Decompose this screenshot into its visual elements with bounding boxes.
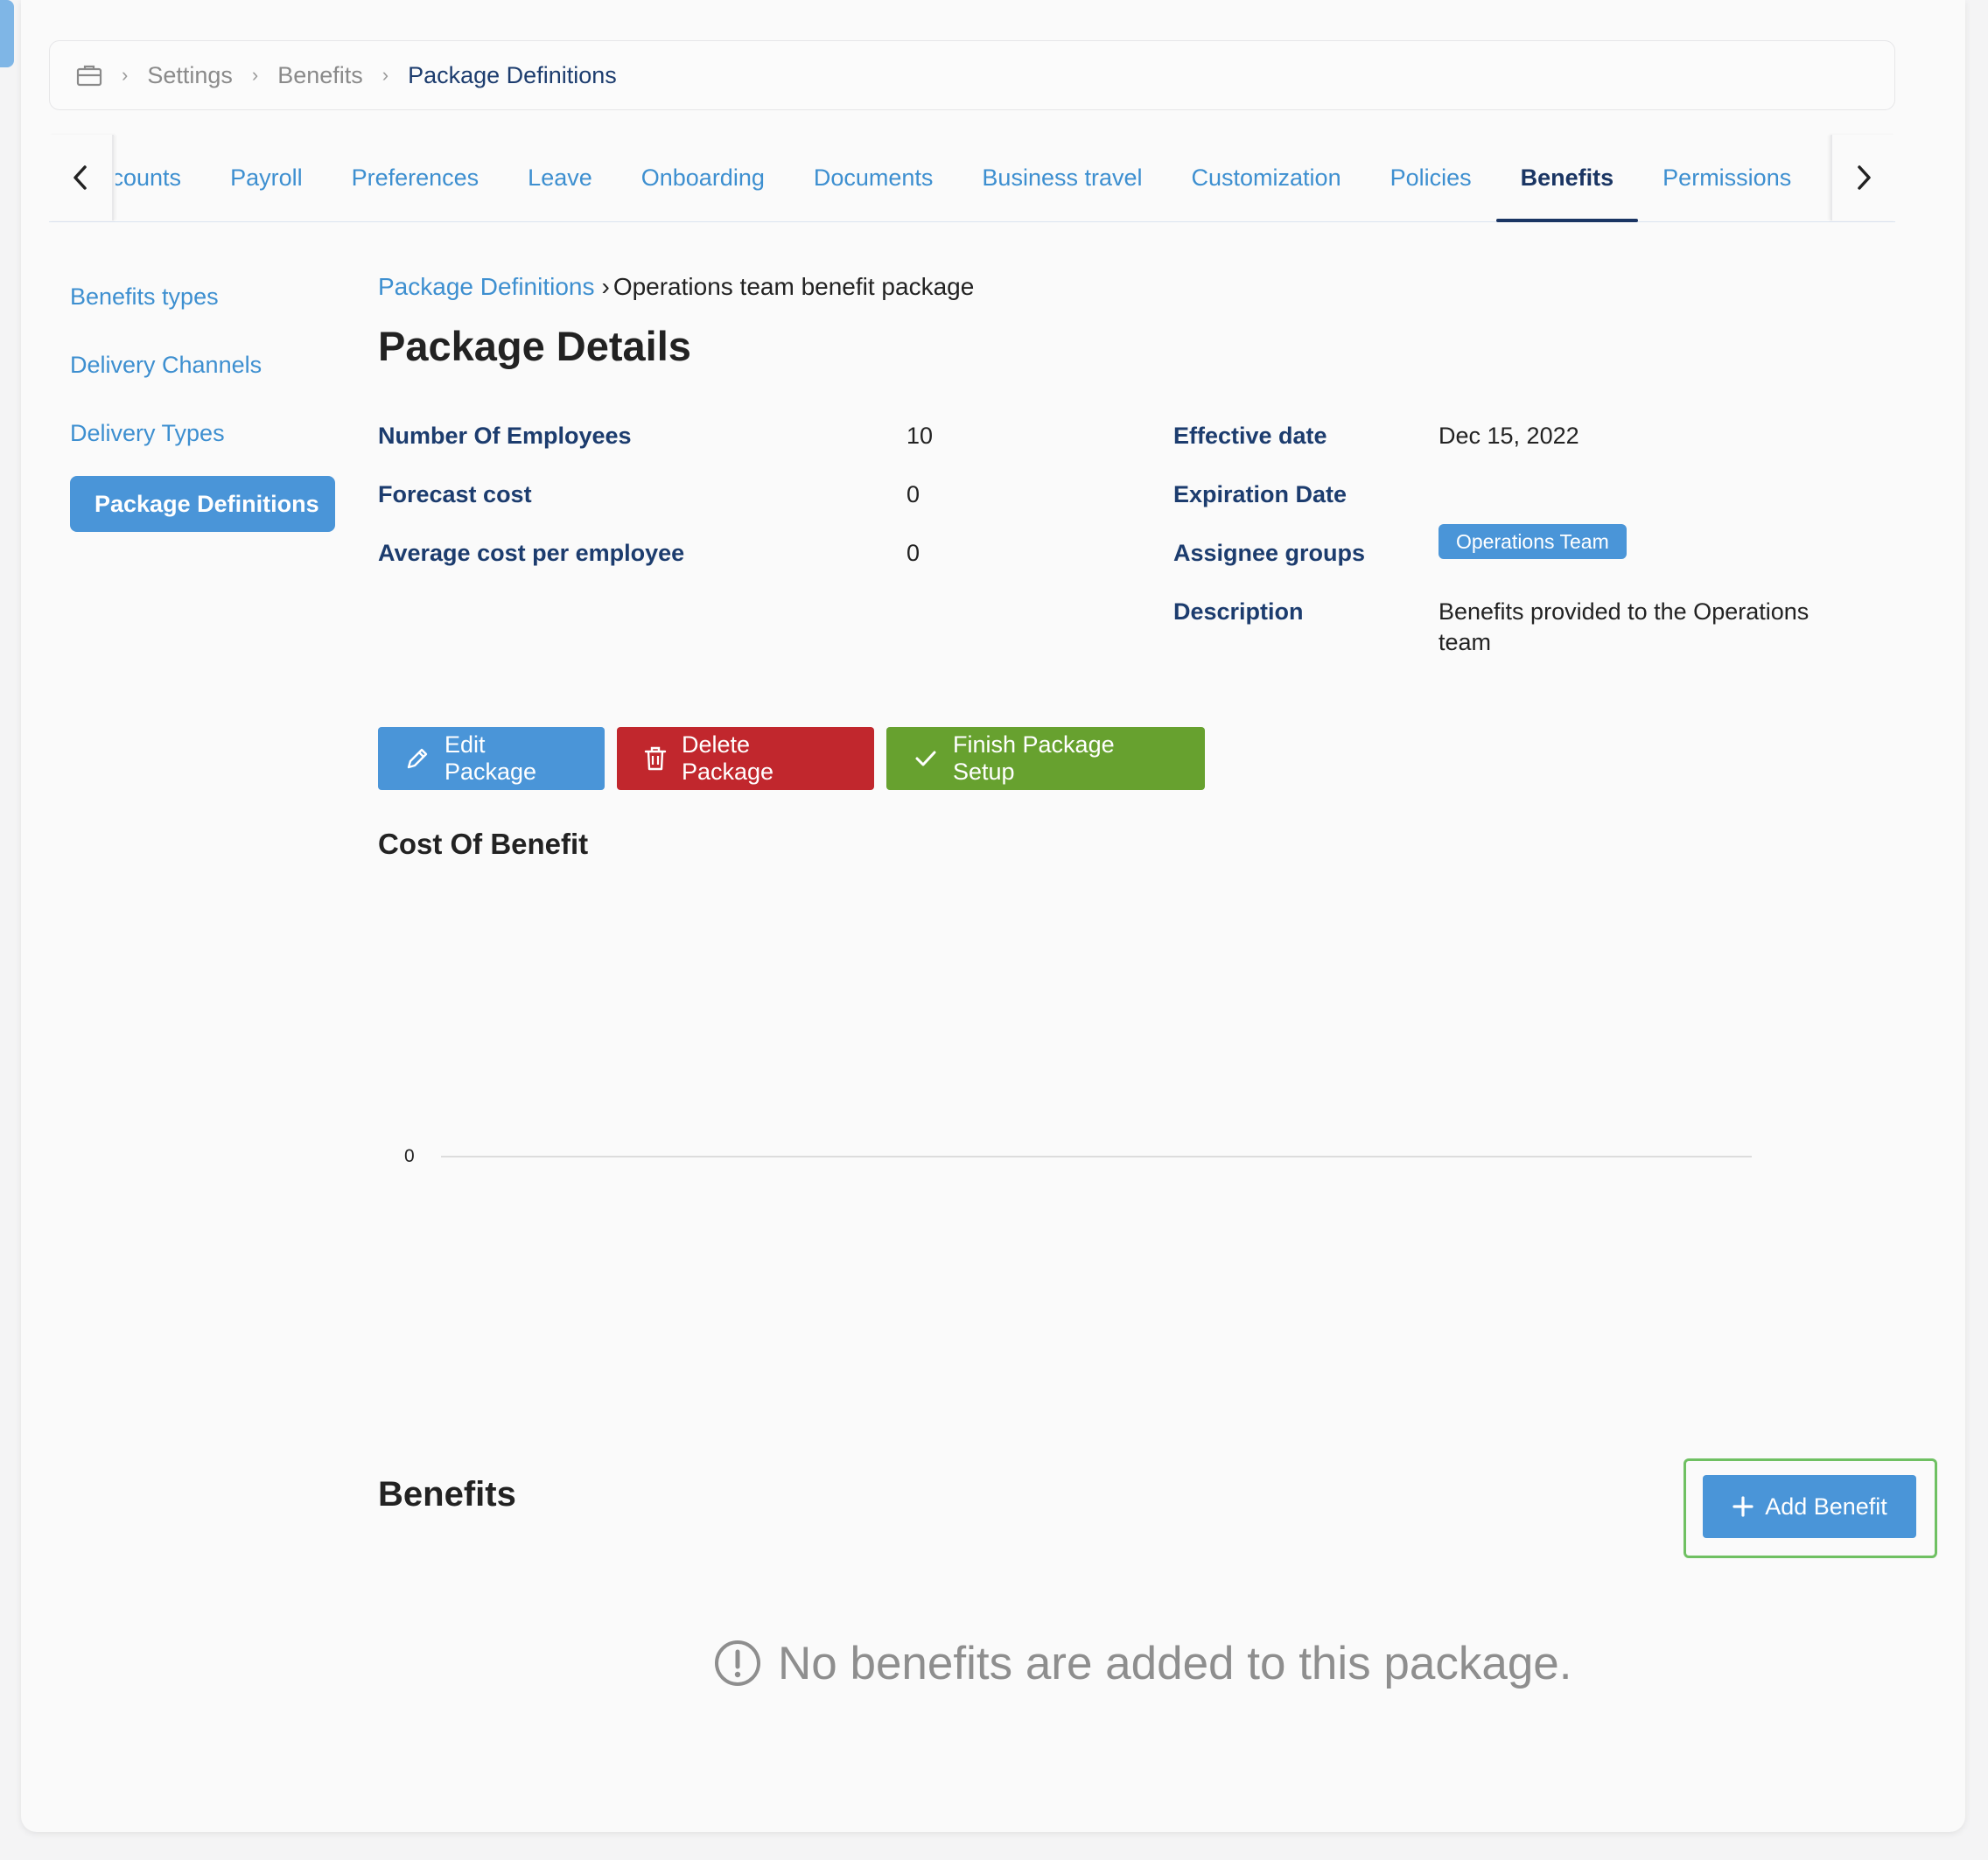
tab-list: ccountsPayrollPreferencesLeaveOnboarding… (116, 135, 1829, 222)
sidebar-item-delivery-types[interactable]: Delivery Types (70, 420, 225, 447)
tab-leave[interactable]: Leave (503, 135, 617, 220)
chevron-right-icon: › (382, 64, 389, 86)
finish-package-setup-button[interactable]: Finish Package Setup (886, 727, 1205, 790)
tab-business-travel[interactable]: Business travel (957, 135, 1166, 220)
breadcrumb: › Settings › Benefits › Package Definiti… (49, 40, 1895, 110)
sidebar-item-delivery-channels[interactable]: Delivery Channels (70, 352, 262, 379)
average-cost-label: Average cost per employee (378, 540, 685, 566)
effective-date-value: Dec 15, 2022 (1438, 423, 1579, 449)
forecast-cost-value: 0 (906, 481, 920, 507)
pencil-icon (407, 748, 428, 769)
package-definitions-link[interactable]: Package Definitions (378, 273, 594, 300)
tab-documents[interactable]: Documents (789, 135, 958, 220)
checkmark-icon (915, 751, 936, 766)
tabs-scroll-right-button[interactable] (1830, 135, 1895, 220)
exclamation-circle-icon (715, 1640, 760, 1686)
plus-icon (1732, 1496, 1754, 1517)
assignee-groups-label: Assignee groups (1173, 540, 1366, 566)
package-breadcrumb: Package Definitions › Operations team bene… (378, 273, 974, 301)
settings-tabs: ccountsPayrollPreferencesLeaveOnboarding… (49, 135, 1895, 222)
chevron-right-icon: › (122, 64, 129, 86)
tab-policies[interactable]: Policies (1366, 135, 1496, 220)
number-of-employees-label: Number Of Employees (378, 423, 632, 449)
chevron-right-icon: › (601, 273, 610, 300)
tab-accounts[interactable]: ccounts (116, 135, 206, 220)
briefcase-icon[interactable] (76, 64, 102, 87)
sidebar-item-package-definitions[interactable]: Package Definitions (70, 476, 335, 532)
edit-package-label: Edit Package (444, 731, 537, 785)
tab-permissions[interactable]: Permissions (1638, 135, 1816, 220)
add-benefit-button[interactable]: Add Benefit (1703, 1475, 1916, 1538)
chevron-left-icon (74, 165, 87, 190)
sidebar-item-benefits-types[interactable]: Benefits types (70, 283, 219, 311)
empty-state: No benefits are added to this package. (713, 1633, 1572, 1694)
average-cost-value: 0 (906, 540, 920, 566)
main-card (21, 0, 1965, 1832)
tabs-scroll-left-button[interactable] (49, 135, 114, 220)
description-value: Benefits provided to the Operations team (1438, 598, 1810, 655)
chevron-right-icon (1858, 165, 1871, 190)
description-label: Description (1173, 598, 1304, 625)
edit-package-button[interactable]: Edit Package (378, 727, 605, 790)
tab-customization[interactable]: Customization (1167, 135, 1366, 220)
left-edge-handle (0, 0, 14, 67)
trash-icon (644, 746, 667, 771)
tab-benefits[interactable]: Benefits (1495, 135, 1639, 222)
page-title: Package Details (378, 323, 691, 369)
breadcrumb-package-definitions: Package Definitions (408, 61, 617, 88)
delete-package-button[interactable]: Delete Package (617, 727, 874, 790)
tab-payroll[interactable]: Payroll (206, 135, 327, 220)
benefits-section-title: Benefits (378, 1475, 516, 1514)
finish-package-setup-label: Finish Package Setup (953, 731, 1115, 785)
tab-onboarding[interactable]: Onboarding (617, 135, 789, 220)
cost-of-benefit-title: Cost Of Benefit (378, 828, 589, 860)
add-benefit-label: Add Benefit (1765, 1493, 1887, 1520)
chart-baseline (441, 1156, 1752, 1157)
effective-date-label: Effective date (1173, 423, 1327, 449)
tab-preferences[interactable]: Preferences (327, 135, 504, 220)
chevron-right-icon: › (251, 64, 259, 86)
breadcrumb-settings[interactable]: Settings (147, 62, 233, 89)
delete-package-label: Delete Package (682, 731, 774, 785)
forecast-cost-label: Forecast cost (378, 481, 532, 507)
number-of-employees-value: 10 (906, 423, 934, 449)
breadcrumb-benefits[interactable]: Benefits (277, 62, 363, 89)
chart-y-tick-label: 0 (404, 1146, 415, 1166)
assignee-group-badge: Operations Team (1438, 524, 1627, 559)
current-package-name: Operations team benefit package (612, 273, 975, 300)
empty-state-message: No benefits are added to this package. (778, 1637, 1572, 1689)
expiration-date-label: Expiration Date (1173, 481, 1348, 507)
